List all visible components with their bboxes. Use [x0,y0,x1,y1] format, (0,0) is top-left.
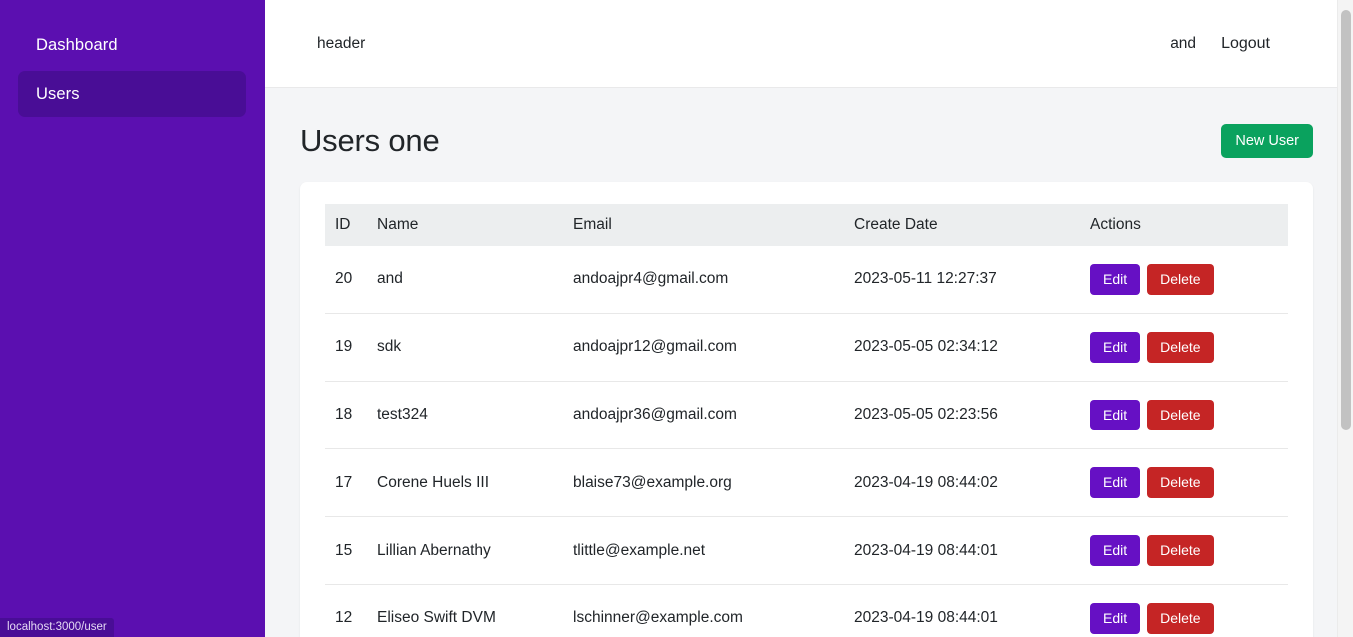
table-row: 19 sdk andoajpr12@gmail.com 2023-05-05 02:3… [325,313,1288,382]
cell-name: Eliseo Swift DVM [377,584,573,637]
cell-id: 17 [325,448,377,518]
cell-email: andoajpr36@gmail.com [573,381,854,450]
cell-created: 2023-04-19 08:44:02 [854,448,1090,518]
cell-email: andoajpr12@gmail.com [573,313,854,382]
cell-name: Lillian Abernathy [377,516,573,585]
new-user-button[interactable]: New User [1221,124,1313,158]
cell-name: Corene Huels III [377,448,573,518]
cell-created: 2023-04-19 08:44:01 [854,584,1090,637]
cell-created: 2023-05-11 12:27:37 [854,246,1090,314]
edit-button[interactable]: Edit [1090,602,1141,634]
column-header-email: Email [573,204,854,246]
table-row: 20 and andoajpr4@gmail.com 2023-05-11 12:27… [325,246,1288,314]
cell-actions: Edit Delete [1090,381,1288,450]
edit-button[interactable]: Edit [1090,264,1141,295]
cell-actions: Edit Delete [1090,584,1288,637]
cell-created: 2023-04-19 08:44:01 [854,516,1090,585]
table-row: 18 test324 andoajpr36@gmail.com 2023-05-05 … [325,381,1288,450]
delete-button[interactable]: Delete [1147,399,1214,431]
content-area: header and Logout Users one New User ID … [265,0,1353,637]
page-header: Users one New User [300,114,1313,168]
users-table: ID Name Email Create Date Actions 20 and a… [325,204,1288,637]
delete-button[interactable]: Delete [1147,535,1214,566]
users-table-body: 20 and andoajpr4@gmail.com 2023-05-11 12:27… [325,246,1288,637]
cell-id: 20 [325,246,377,314]
main-panel: Users one New User ID Name Email Create … [265,88,1353,637]
cell-actions: Edit Delete [1090,516,1288,585]
sidebar-item-label: Users [36,84,80,103]
column-header-date: Create Date [854,204,1090,246]
edit-button[interactable]: Edit [1090,331,1141,363]
sidebar-item-dashboard[interactable]: Dashboard [18,22,246,68]
users-table-head: ID Name Email Create Date Actions [325,204,1288,246]
edit-button[interactable]: Edit [1090,399,1141,431]
cell-name: and [377,246,573,314]
cell-actions: Edit Delete [1090,313,1288,382]
cell-created: 2023-05-05 02:34:12 [854,313,1090,382]
header-brand: header [317,34,366,52]
delete-button[interactable]: Delete [1147,331,1214,363]
cell-email: tlittle@example.net [573,516,854,585]
header-right-group: and Logout [1170,35,1270,53]
cell-actions: Edit Delete [1090,246,1288,314]
delete-button[interactable]: Delete [1147,602,1214,634]
cell-id: 18 [325,381,377,450]
cell-id: 15 [325,516,377,585]
cell-actions: Edit Delete [1090,448,1288,518]
app-root: Dashboard Users header and Logout Users … [0,0,1353,637]
header-username[interactable]: and [1170,35,1196,53]
logout-link[interactable]: Logout [1221,35,1270,53]
cell-email: andoajpr4@gmail.com [573,246,854,314]
table-row: 15 Lillian Abernathy tlittle@example.net 20… [325,516,1288,585]
edit-button[interactable]: Edit [1090,467,1141,499]
delete-button[interactable]: Delete [1147,264,1214,295]
status-bar-link-preview: localhost:3000/user [0,618,114,637]
sidebar-item-label: Dashboard [36,35,118,54]
table-header-row: ID Name Email Create Date Actions [325,204,1288,246]
cell-email: lschinner@example.com [573,584,854,637]
cell-id: 12 [325,584,377,637]
table-row: 17 Corene Huels III blaise73@example.org 20… [325,448,1288,518]
cell-created: 2023-05-05 02:23:56 [854,381,1090,450]
delete-button[interactable]: Delete [1147,467,1214,499]
cell-name: sdk [377,313,573,382]
table-row: 12 Eliseo Swift DVM lschinner@example.com 2… [325,584,1288,637]
column-header-name: Name [377,204,573,246]
column-header-actions: Actions [1090,204,1288,246]
sidebar: Dashboard Users [0,0,265,637]
column-header-id: ID [325,204,377,246]
users-table-card: ID Name Email Create Date Actions 20 and a… [300,182,1313,637]
cell-id: 19 [325,313,377,382]
cell-email: blaise73@example.org [573,448,854,518]
scrollbar-thumb[interactable] [1341,10,1351,430]
cell-name: test324 [377,381,573,450]
edit-button[interactable]: Edit [1090,535,1141,566]
top-header-bar: header and Logout [265,0,1353,88]
page-title: Users one [300,123,440,158]
sidebar-item-users[interactable]: Users [18,71,246,117]
vertical-scrollbar[interactable] [1337,0,1353,637]
